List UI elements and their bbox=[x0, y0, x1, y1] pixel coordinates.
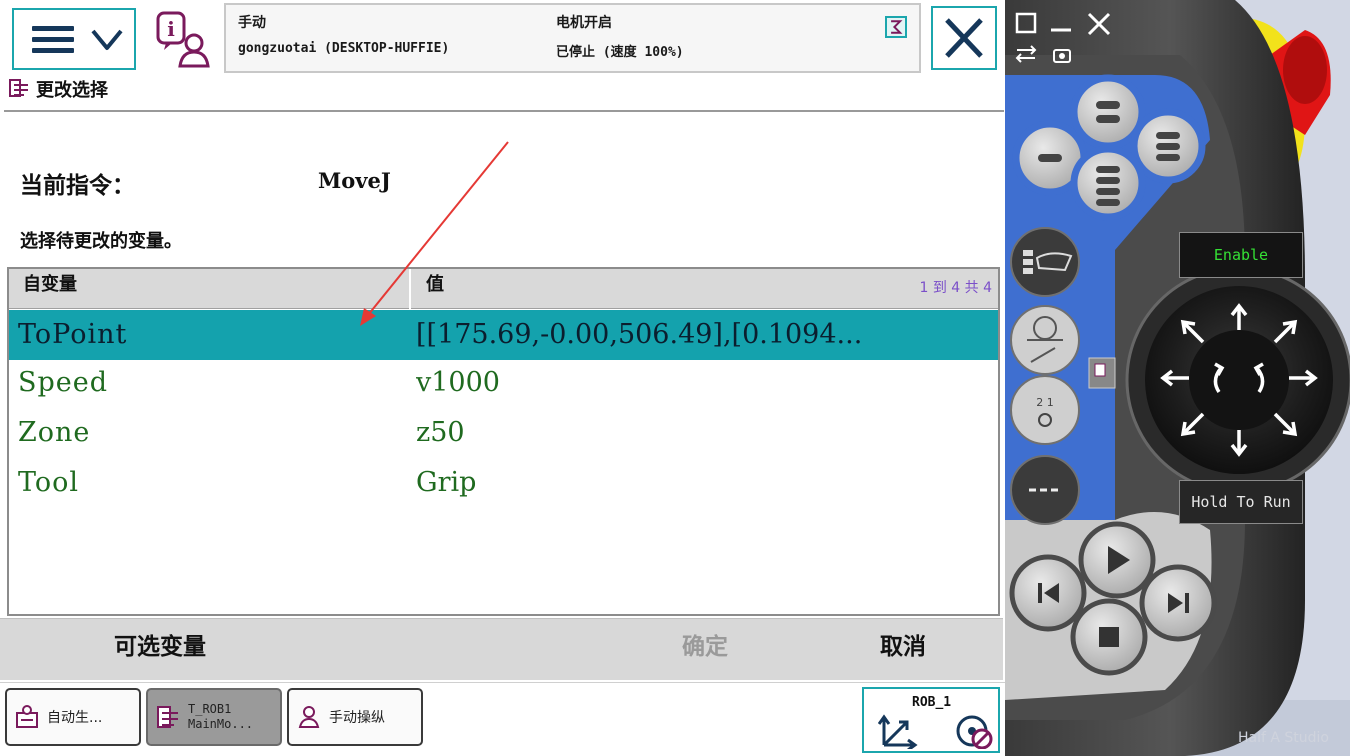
programmable-key-2[interactable] bbox=[1070, 74, 1146, 150]
ok-button[interactable]: 确定 bbox=[640, 619, 770, 681]
station-name: gongzuotai (DESKTOP-HUFFIE) bbox=[238, 41, 450, 56]
joystick[interactable] bbox=[1125, 266, 1350, 494]
current-instruction-label: 当前指令： bbox=[20, 173, 135, 199]
svg-text:i: i bbox=[167, 17, 175, 41]
main-menu-button[interactable] bbox=[12, 8, 136, 70]
cancel-button[interactable]: 取消 bbox=[838, 619, 968, 681]
task-jogging[interactable]: 手动操纵 bbox=[287, 688, 423, 746]
optional-arguments-button[interactable]: 可选变量 bbox=[70, 619, 250, 681]
watermark: Half A Studio bbox=[1238, 730, 1329, 746]
jogging-icon bbox=[298, 706, 320, 728]
argument-value: z50 bbox=[416, 417, 465, 448]
programmable-key-3[interactable] bbox=[1130, 108, 1206, 184]
task-label-line2: MainMo... bbox=[188, 717, 254, 731]
step-forward-key[interactable] bbox=[1139, 564, 1217, 642]
enable-button[interactable]: Enable bbox=[1179, 232, 1303, 278]
instruction-text: 选择待更改的变量。 bbox=[20, 231, 182, 252]
annotation-arrow bbox=[360, 141, 509, 326]
task-production-window[interactable]: 自动生... bbox=[5, 688, 141, 746]
table-row[interactable]: Tool Grip bbox=[9, 458, 998, 508]
pendant-screen: i 手动 gongzuotai (DESKTOP-HUFFIE) 电机开启 已停… bbox=[0, 0, 1005, 756]
task-program-editor[interactable]: T_ROB1 MainMo... bbox=[146, 688, 282, 746]
motor-state: 电机开启 bbox=[556, 15, 612, 31]
close-button[interactable] bbox=[931, 6, 997, 70]
hamburger-menu-icon bbox=[32, 26, 74, 54]
step-backward-key[interactable] bbox=[1009, 554, 1087, 632]
close-icon bbox=[945, 18, 983, 58]
table-row[interactable]: Zone z50 bbox=[9, 408, 998, 458]
table-row[interactable]: Speed v1000 bbox=[9, 358, 998, 408]
quickset-button[interactable]: ROB_1 bbox=[862, 687, 1000, 753]
speed-tool-icon bbox=[956, 715, 993, 749]
stop-key[interactable] bbox=[1070, 598, 1148, 676]
mechanical-unit-key[interactable] bbox=[1010, 227, 1080, 297]
breadcrumb: 更改选择 bbox=[8, 76, 108, 102]
jog-axes-icon bbox=[878, 714, 918, 749]
task-label: T_ROB1 MainMo... bbox=[188, 702, 253, 732]
program-editor-icon bbox=[9, 79, 28, 97]
argument-value: v1000 bbox=[416, 367, 500, 398]
row-count: 1 到 4 共 4 bbox=[919, 280, 992, 296]
task-label: 自动生... bbox=[47, 710, 103, 726]
argument-value: Grip bbox=[416, 467, 477, 498]
task-label: 手动操纵 bbox=[329, 710, 385, 726]
action-bar: 可选变量 确定 取消 bbox=[0, 618, 1003, 680]
header-divider bbox=[4, 110, 1004, 112]
taskbar: 自动生... T_ROB1 MainMo... 手动操纵 ROB_1 bbox=[0, 682, 1005, 756]
production-window-icon bbox=[16, 705, 38, 728]
programmable-key-4[interactable] bbox=[1070, 145, 1146, 221]
argument-name: Tool bbox=[18, 467, 80, 498]
flexpendant-window: i 手动 gongzuotai (DESKTOP-HUFFIE) 电机开启 已停… bbox=[0, 0, 1350, 756]
task-label-line1: T_ROB1 bbox=[188, 702, 232, 716]
status-bar[interactable]: 手动 gongzuotai (DESKTOP-HUFFIE) 电机开启 已停止 … bbox=[224, 3, 921, 73]
increment-key[interactable]: 2 1 bbox=[1010, 375, 1080, 445]
speed-override-icon bbox=[885, 16, 907, 38]
argument-name: Speed bbox=[18, 367, 109, 398]
program-state: 已停止 (速度 100%) bbox=[556, 45, 684, 60]
page-title: 更改选择 bbox=[36, 80, 108, 101]
program-editor-icon bbox=[157, 706, 178, 728]
stop-dash-key[interactable] bbox=[1010, 455, 1080, 525]
run-key[interactable] bbox=[1078, 521, 1156, 599]
chevron-down-icon bbox=[91, 29, 123, 50]
operating-mode: 手动 bbox=[238, 15, 266, 31]
event-log-icon[interactable]: i bbox=[152, 10, 214, 68]
motion-mode-key[interactable] bbox=[1010, 305, 1080, 375]
pendant-hardware: 2 1 bbox=[1005, 0, 1350, 756]
svg-text:2 1: 2 1 bbox=[1036, 396, 1054, 409]
hold-to-run-button[interactable]: Hold To Run bbox=[1179, 480, 1303, 524]
argument-name: Zone bbox=[18, 417, 91, 448]
